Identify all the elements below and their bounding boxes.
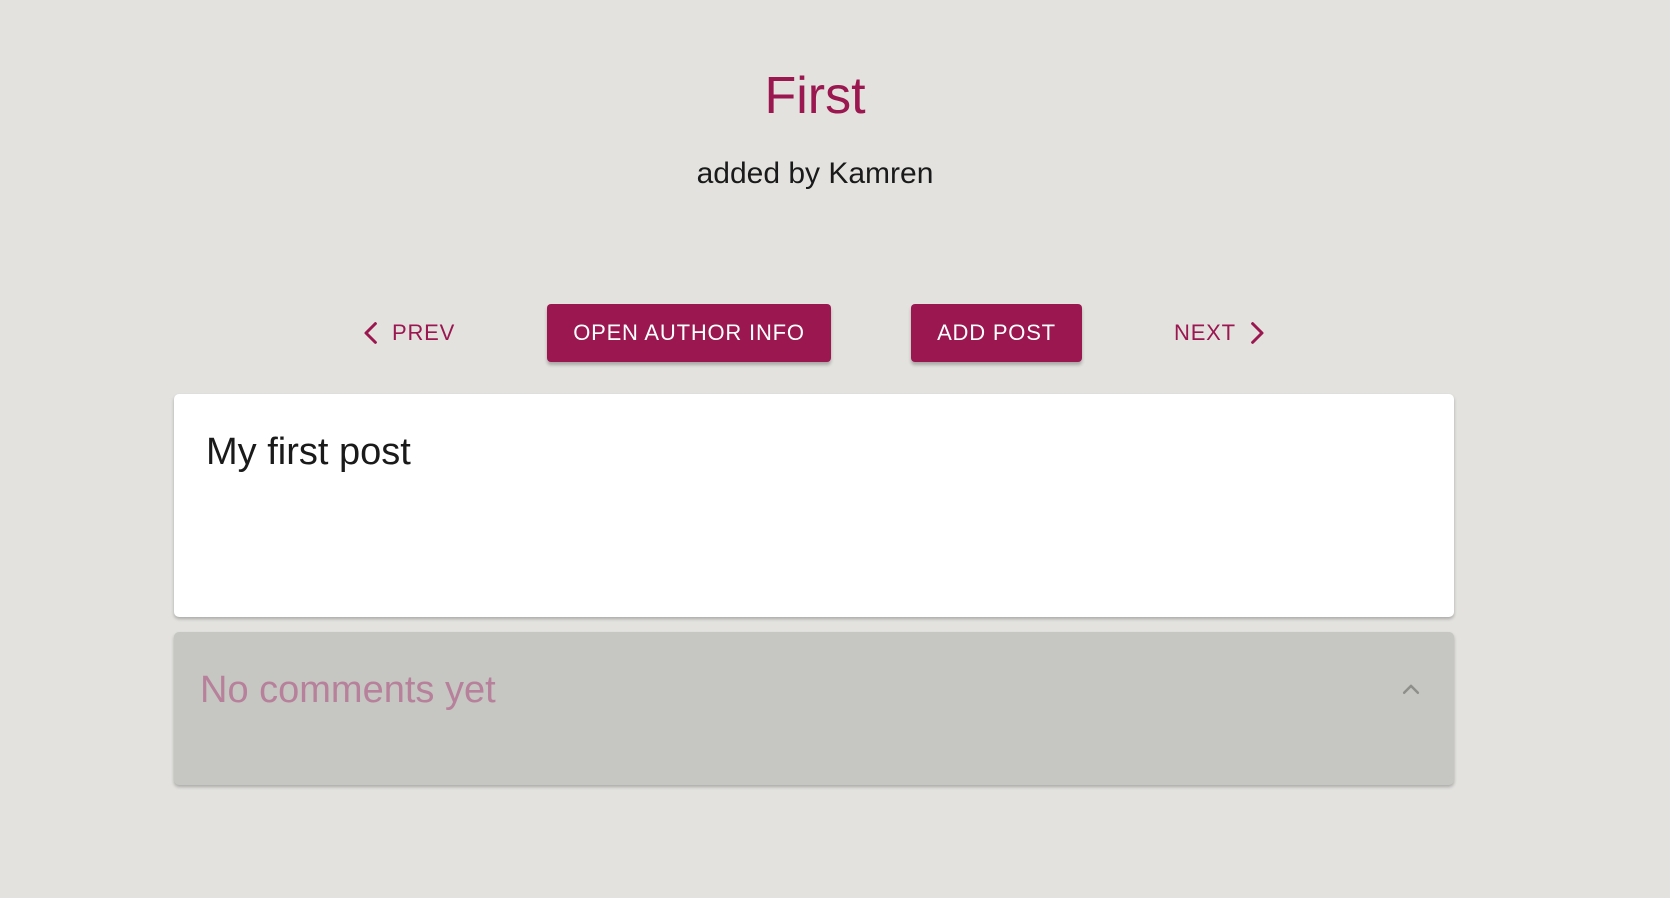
open-author-info-button[interactable]: OPEN AUTHOR INFO bbox=[547, 304, 831, 362]
comments-panel[interactable]: No comments yet bbox=[174, 632, 1454, 785]
chevron-right-icon bbox=[1251, 322, 1264, 344]
post-navigation: PREV OPEN AUTHOR INFO ADD POST NEXT bbox=[0, 304, 1670, 362]
comments-toggle-button[interactable] bbox=[1396, 674, 1426, 704]
chevron-left-icon bbox=[364, 322, 377, 344]
next-button-label: NEXT bbox=[1174, 320, 1236, 345]
comments-summary: No comments yet bbox=[200, 669, 496, 711]
post-card: My first post bbox=[174, 394, 1454, 617]
chevron-up-icon bbox=[1402, 684, 1420, 694]
prev-button[interactable]: PREV bbox=[356, 304, 455, 362]
post-body: My first post bbox=[206, 431, 411, 473]
add-post-button[interactable]: ADD POST bbox=[911, 304, 1082, 362]
post-title: First bbox=[764, 67, 866, 125]
prev-button-label: PREV bbox=[392, 320, 456, 345]
post-author-line: added by Kamren bbox=[696, 157, 934, 190]
next-button[interactable]: NEXT bbox=[1174, 304, 1272, 362]
